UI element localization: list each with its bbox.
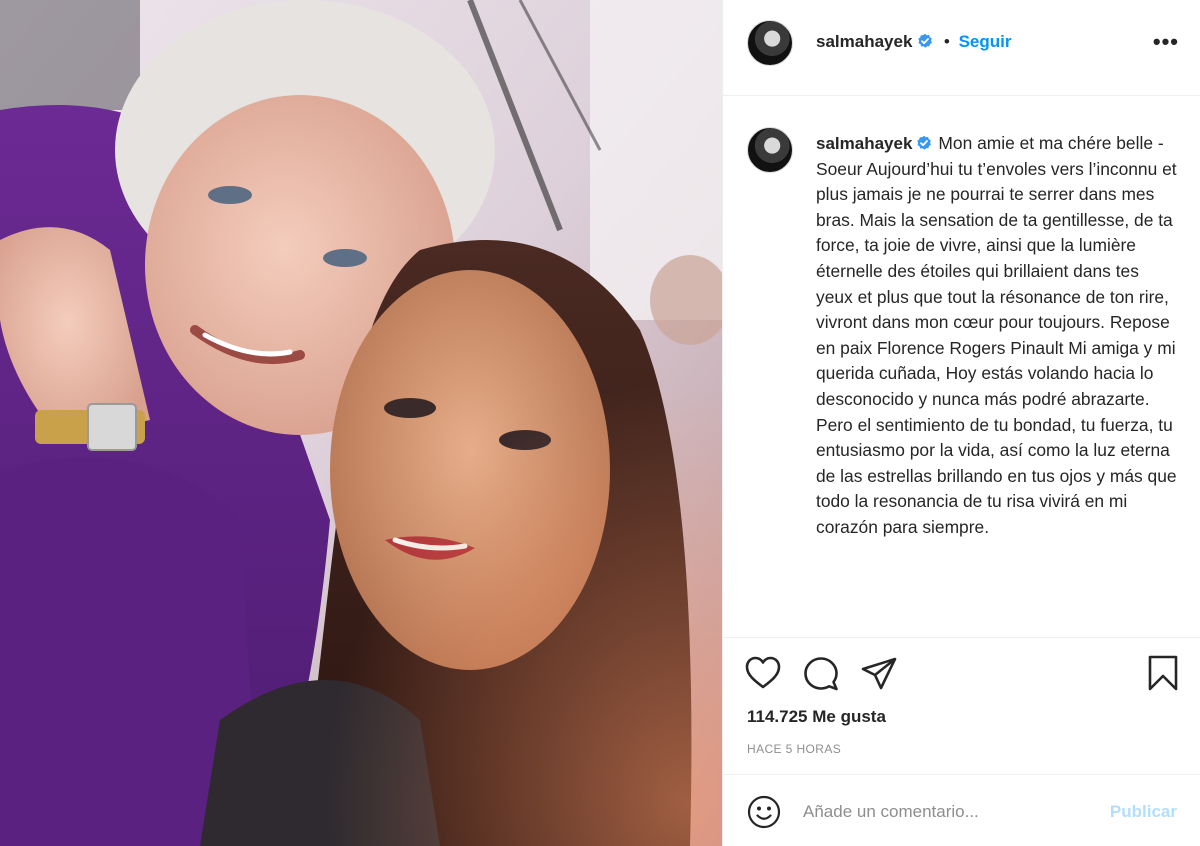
bookmark-icon[interactable] xyxy=(1147,655,1179,691)
photo-illustration xyxy=(0,0,722,846)
caption-text-block: salmahayek Mon amie et ma chére belle -S… xyxy=(816,131,1178,541)
actions-section: 114.725 Me gusta HACE 5 HORAS xyxy=(723,637,1200,774)
comment-icon[interactable] xyxy=(803,656,839,692)
caption-username[interactable]: salmahayek xyxy=(816,134,912,153)
caption-text: Mon amie et ma chére belle -Soeur Aujour… xyxy=(816,133,1177,537)
comment-input[interactable] xyxy=(803,799,1093,825)
post-side-panel: salmahayek • Seguir ••• salmahayek Mon a… xyxy=(722,0,1200,846)
follow-button[interactable]: Seguir xyxy=(959,32,1012,51)
author-username[interactable]: salmahayek xyxy=(816,32,912,51)
post-photo[interactable] xyxy=(0,0,722,846)
heart-icon[interactable] xyxy=(745,656,781,690)
publish-button[interactable]: Publicar xyxy=(1110,802,1177,822)
more-options-icon[interactable]: ••• xyxy=(1153,31,1179,53)
post-timestamp[interactable]: HACE 5 HORAS xyxy=(747,742,841,756)
paper-plane-icon[interactable] xyxy=(861,656,897,692)
smiley-icon[interactable] xyxy=(747,795,781,834)
comment-section: Publicar xyxy=(723,774,1200,846)
likes-count[interactable]: 114.725 Me gusta xyxy=(747,707,886,727)
author-row: salmahayek • Seguir xyxy=(816,32,1011,52)
caption-section: salmahayek Mon amie et ma chére belle -S… xyxy=(723,97,1200,637)
header-separator: • xyxy=(943,32,950,51)
author-avatar[interactable] xyxy=(747,20,793,66)
caption-avatar[interactable] xyxy=(747,127,793,173)
verified-badge-icon xyxy=(917,135,932,150)
post-header: salmahayek • Seguir ••• xyxy=(723,0,1200,96)
verified-badge-icon xyxy=(918,33,933,48)
